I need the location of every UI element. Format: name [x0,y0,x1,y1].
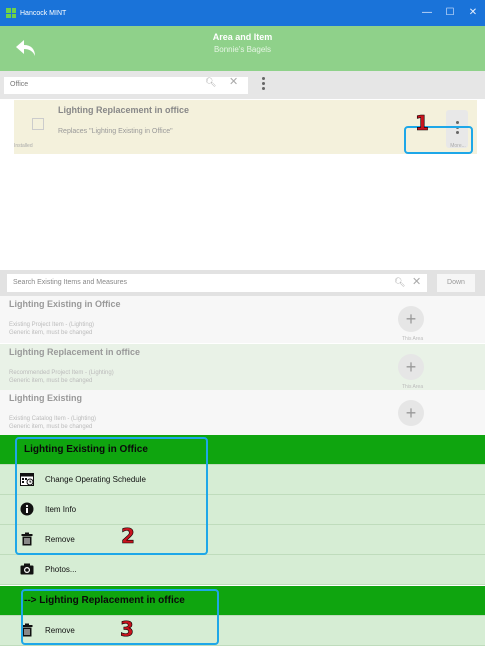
area-menu-icon[interactable] [261,77,265,90]
item-status: Installed [14,143,33,149]
item-checkbox[interactable] [32,118,44,130]
close-button[interactable]: ✕ [466,6,480,20]
annotation-number-2: 2 [121,524,136,549]
catalog-item-note: Generic item, must be changed [9,330,93,336]
down-button[interactable]: Down [437,274,475,292]
catalog-item-type: Existing Project Item - (Lighting) [9,322,95,328]
item-name: Lighting Replacement in office [58,105,190,115]
annotation-box-2 [15,437,208,555]
minimize-button[interactable]: — [420,6,434,20]
maximize-button[interactable]: ☐ [443,6,457,20]
add-icon[interactable]: + [398,306,424,332]
clear-icon[interactable]: ✕ [229,75,238,88]
catalog-item-note: Generic item, must be changed [9,378,93,384]
menu-item-label: Photos... [45,565,77,574]
catalog-row[interactable]: Lighting Replacement in office Recommend… [0,344,485,391]
menu-item-photos[interactable]: Photos... [0,555,485,585]
search-bar: Search Existing Items and Measures 🔍︎ ✕ … [0,270,485,296]
item-description: Replaces "Lighting Existing in Office" [58,128,173,135]
search-icon[interactable]: 🔍︎ [394,277,405,288]
window-title: Hancock MINT [20,9,67,17]
area-filter-bar: Office 🔍︎ ✕ [0,71,485,99]
annotation-number-1: 1 [415,111,430,136]
annotation-number-3: 3 [120,617,135,642]
catalog-row[interactable]: Lighting Existing Existing Catalog Item … [0,390,485,437]
camera-icon [20,563,34,575]
catalog-item-name: Lighting Replacement in office [9,347,141,357]
catalog-item-note: Generic item, must be changed [9,424,93,430]
page-title: Area and Item [212,32,273,42]
catalog-row[interactable]: Lighting Existing in Office Existing Pro… [0,296,485,343]
page-header: Area and Item Bonnie's Bagels [0,26,485,71]
window-titlebar: Hancock MINT — ☐ ✕ [0,0,485,26]
catalog-item-tag: This Area [402,336,424,342]
add-icon[interactable]: + [398,400,424,426]
add-icon[interactable]: + [398,354,424,380]
page-subtitle: Bonnie's Bagels [213,45,272,54]
clear-icon[interactable]: ✕ [412,275,421,288]
catalog-item-type: Existing Catalog Item - (Lighting) [9,416,97,422]
search-icon[interactable]: 🔍︎ [205,77,216,88]
app-logo-icon [6,8,16,18]
catalog-item-name: Lighting Existing in Office [9,299,121,309]
search-input[interactable]: Search Existing Items and Measures [7,274,427,292]
catalog-item-name: Lighting Existing [9,393,82,403]
catalog-item-type: Recommended Project Item - (Lighting) [9,370,114,376]
